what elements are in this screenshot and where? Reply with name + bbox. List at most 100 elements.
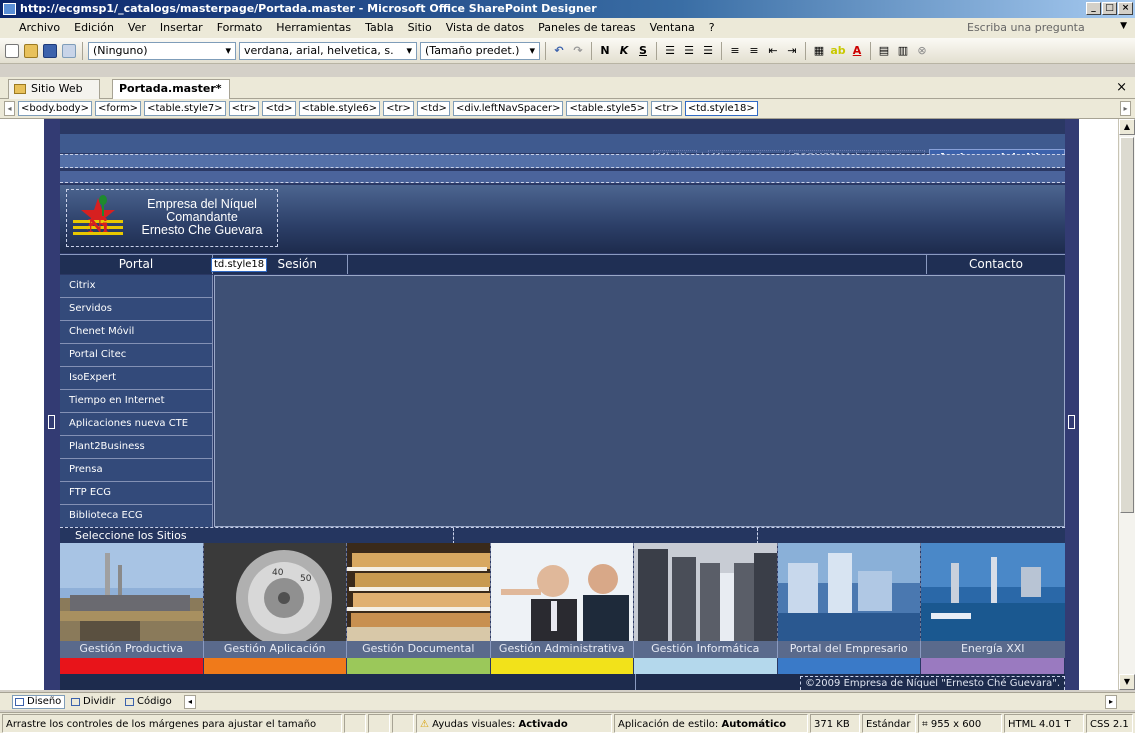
- ask-dropdown-icon[interactable]: ▼: [1120, 21, 1127, 31]
- resize-handle-left[interactable]: [48, 415, 55, 429]
- open-button[interactable]: [23, 41, 39, 61]
- tag-td[interactable]: <td>: [262, 101, 296, 116]
- highlight-button[interactable]: ab: [830, 41, 846, 61]
- vertical-scrollbar[interactable]: ▲ ▼: [1118, 119, 1135, 690]
- status-css-version[interactable]: CSS 2.1: [1086, 714, 1133, 733]
- menu-formato[interactable]: Formato: [210, 18, 270, 38]
- redo-button[interactable]: ↷: [570, 41, 586, 61]
- tag-table-style7[interactable]: <table.style7>: [144, 101, 226, 116]
- menu-tabla[interactable]: Tabla: [358, 18, 400, 38]
- menu-ventana[interactable]: Ventana: [643, 18, 702, 38]
- site-link-gestion-productiva[interactable]: Gestión Productiva: [60, 641, 204, 658]
- menu-edicion[interactable]: Edición: [67, 18, 121, 38]
- new-page-button[interactable]: [4, 41, 20, 61]
- status-mode[interactable]: Estándar: [862, 714, 916, 733]
- tag-body[interactable]: <body.body>: [18, 101, 92, 116]
- view-diseno-button[interactable]: Diseño: [12, 695, 66, 709]
- leftnav-item-prensa[interactable]: Prensa: [60, 459, 213, 482]
- scroll-left-icon[interactable]: ◂: [4, 101, 15, 116]
- view-codigo-button[interactable]: Código: [122, 695, 176, 709]
- close-tab-icon[interactable]: ×: [1116, 80, 1127, 95]
- leftnav-item-tiempo-en-internet[interactable]: Tiempo en Internet: [60, 390, 213, 413]
- scroll-up-icon[interactable]: ▲: [1119, 119, 1135, 135]
- nav-portal[interactable]: Portal: [60, 255, 213, 274]
- leftnav-item-chenet-movil[interactable]: Chenet Móvil: [60, 321, 213, 344]
- status-page-size[interactable]: ⌗ 955 x 600: [918, 714, 1002, 733]
- tag-form[interactable]: <form>: [94, 101, 142, 116]
- site-link-gestion-aplicacion[interactable]: Gestión Aplicación: [203, 641, 347, 658]
- site-link-gestion-documental[interactable]: Gestión Documental: [347, 641, 491, 658]
- bold-button[interactable]: N: [597, 41, 613, 61]
- leftnav-item-isoexpert[interactable]: IsoExpert: [60, 367, 213, 390]
- view-dividir-button[interactable]: Dividir: [68, 695, 119, 709]
- tag-div-leftnavspacer[interactable]: <div.leftNavSpacer>: [452, 101, 564, 116]
- tab-portada-master[interactable]: Portada.master*: [112, 79, 230, 99]
- tag-table-style5[interactable]: <table.style5>: [566, 101, 649, 116]
- close-button[interactable]: ×: [1118, 2, 1133, 15]
- photo-business-city[interactable]: [777, 543, 921, 641]
- scroll-left-icon[interactable]: ◂: [184, 695, 196, 709]
- menu-ayuda[interactable]: ?: [702, 18, 722, 38]
- minimize-button[interactable]: _: [1086, 2, 1101, 15]
- photo-document-folders[interactable]: [347, 543, 491, 641]
- tag-tr[interactable]: <tr>: [651, 101, 682, 116]
- scroll-right-icon[interactable]: ▸: [1120, 101, 1131, 116]
- tag-tr[interactable]: <tr>: [228, 101, 260, 116]
- tag-td[interactable]: <td>: [416, 101, 450, 116]
- menu-archivo[interactable]: Archivo: [12, 18, 67, 38]
- layout-button[interactable]: ▥: [895, 41, 911, 61]
- resize-handle-right[interactable]: [1068, 415, 1075, 429]
- underline-button[interactable]: S: [635, 41, 651, 61]
- photo-safe-dial[interactable]: 40 50: [203, 543, 347, 641]
- decrease-indent-button[interactable]: ⇤: [765, 41, 781, 61]
- scroll-right-icon[interactable]: ▸: [1105, 695, 1117, 709]
- photo-energy-port[interactable]: [921, 543, 1065, 641]
- font-size-select[interactable]: (Tamaño predet.) ▾: [420, 41, 540, 60]
- scroll-down-icon[interactable]: ▼: [1119, 674, 1135, 690]
- menu-insertar[interactable]: Insertar: [153, 18, 210, 38]
- style-select[interactable]: (Ninguno) ▾: [88, 41, 236, 60]
- table-button[interactable]: ▤: [876, 41, 892, 61]
- numbered-list-button[interactable]: ≡: [727, 41, 743, 61]
- status-doctype[interactable]: HTML 4.01 T: [1004, 714, 1084, 733]
- tag-tr[interactable]: <tr>: [383, 101, 414, 116]
- scrollbar-thumb[interactable]: [1120, 137, 1134, 513]
- italic-button[interactable]: K: [616, 41, 632, 61]
- leftnav-item-citrix[interactable]: Citrix: [60, 275, 213, 298]
- status-visual-aids[interactable]: ⚠ Ayudas visuales: Activado: [416, 714, 612, 733]
- site-link-energia-xxi[interactable]: Energía XXI: [921, 641, 1065, 658]
- leftnav-item-aplicaciones-nueva-cte[interactable]: Aplicaciones nueva CTE: [60, 413, 213, 436]
- site-link-portal-del-empresario[interactable]: Portal del Empresario: [777, 641, 921, 658]
- main-content-area[interactable]: [214, 275, 1065, 527]
- leftnav-item-servidos[interactable]: Servidos: [60, 298, 213, 321]
- maximize-button[interactable]: □: [1102, 2, 1117, 15]
- font-select[interactable]: verdana, arial, helvetica, s. ▾: [239, 41, 417, 60]
- company-logo[interactable]: Ni Empresa del Níquel Comandante Ernesto…: [66, 189, 278, 247]
- photo-industrial-plant[interactable]: [60, 543, 204, 641]
- leftnav-item-ftp-ecg[interactable]: FTP ECG: [60, 482, 213, 505]
- leftnav-item-biblioteca-ecg[interactable]: Biblioteca ECG: [60, 505, 213, 528]
- tag-table-style6[interactable]: <table.style6>: [298, 101, 381, 116]
- photo-server-room[interactable]: [634, 543, 778, 641]
- menu-herramientas[interactable]: Herramientas: [269, 18, 358, 38]
- site-link-gestion-administrativa[interactable]: Gestión Administrativa: [490, 641, 634, 658]
- align-center-button[interactable]: ☰: [681, 41, 697, 61]
- bullet-list-button[interactable]: ≡: [746, 41, 762, 61]
- menu-ver[interactable]: Ver: [121, 18, 153, 38]
- menu-vista-de-datos[interactable]: Vista de datos: [439, 18, 531, 38]
- preview-button[interactable]: [61, 41, 77, 61]
- status-style-application[interactable]: Aplicación de estilo: Automático: [614, 714, 808, 733]
- site-link-gestion-informatica[interactable]: Gestión Informática: [634, 641, 778, 658]
- stop-button[interactable]: ⊗: [914, 41, 930, 61]
- leftnav-item-plant2business[interactable]: Plant2Business: [60, 436, 213, 459]
- nav-contacto[interactable]: Contacto: [927, 255, 1065, 274]
- menu-paneles-de-tareas[interactable]: Paneles de tareas: [531, 18, 643, 38]
- increase-indent-button[interactable]: ⇥: [784, 41, 800, 61]
- photo-business-people[interactable]: [490, 543, 634, 641]
- font-color-button[interactable]: A: [849, 41, 865, 61]
- align-left-button[interactable]: ☰: [662, 41, 678, 61]
- tab-sitio-web[interactable]: Sitio Web: [8, 79, 100, 99]
- ask-question-input[interactable]: Escriba una pregunta: [967, 20, 1107, 36]
- leftnav-item-portal-citec[interactable]: Portal Citec: [60, 344, 213, 367]
- menu-sitio[interactable]: Sitio: [401, 18, 439, 38]
